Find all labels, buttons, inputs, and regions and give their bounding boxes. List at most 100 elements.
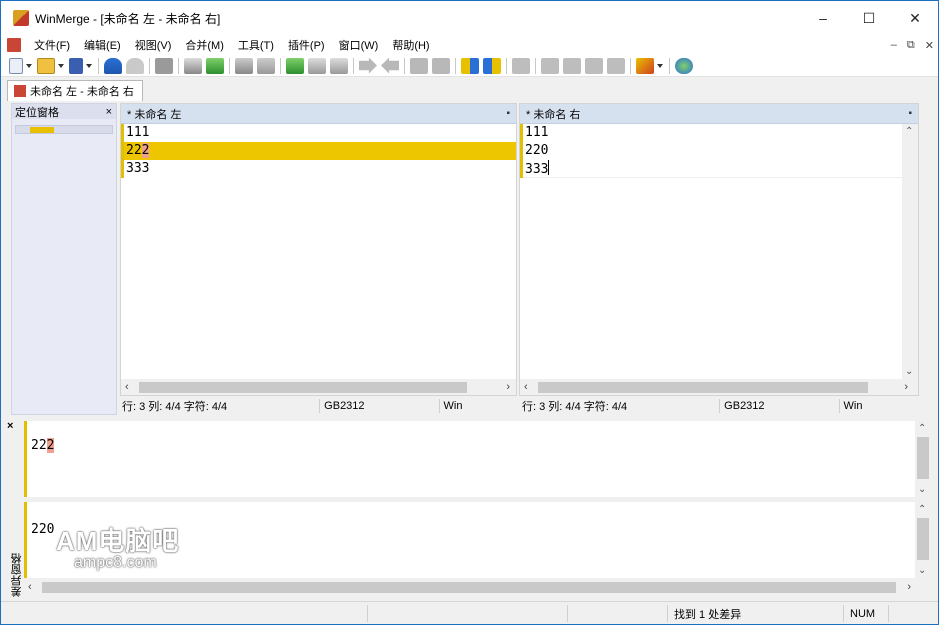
scroll-left-icon[interactable]: ‹ — [125, 379, 129, 395]
menu-help[interactable]: 帮助(H) — [385, 37, 436, 53]
menu-edit[interactable]: 编辑(E) — [77, 37, 128, 53]
diff-top-scroll-thumb[interactable] — [917, 437, 929, 479]
right-status-encoding: GB2312 — [724, 399, 765, 412]
prev-conflict-icon[interactable] — [308, 57, 326, 74]
scroll-right-icon[interactable]: › — [904, 379, 908, 395]
toolbar-separator — [149, 57, 150, 74]
merge-icon[interactable] — [512, 57, 530, 74]
next-diff-icon[interactable] — [184, 57, 202, 74]
right-vertical-scrollbar[interactable]: ⌃ ⌄ — [902, 124, 918, 381]
diff-top-scrollbar[interactable]: ⌃ ⌄ — [915, 421, 931, 497]
all-right-icon[interactable] — [461, 57, 479, 74]
scroll-down-icon[interactable]: ⌄ — [905, 366, 913, 377]
print-icon[interactable] — [155, 57, 173, 74]
minimize-button[interactable]: – — [800, 1, 846, 35]
mdi-minimize-button[interactable]: – — [891, 39, 897, 51]
location-map[interactable] — [15, 125, 113, 134]
next-conflict-icon[interactable] — [330, 57, 348, 74]
current-diff-icon[interactable] — [257, 57, 275, 74]
scroll-left-icon[interactable]: ‹ — [28, 579, 32, 595]
status-message: 找到 1 处差异 — [674, 608, 742, 621]
copy-from-left-icon[interactable] — [563, 57, 581, 74]
menu-plugins[interactable]: 插件(P) — [281, 37, 332, 53]
scroll-up-icon[interactable]: ⌃ — [905, 126, 913, 137]
right-pane-title: * 未命名 右 — [526, 108, 581, 121]
left-pane-pin-icon[interactable]: ▪ — [506, 108, 510, 119]
watermark-title: AM电脑吧 — [56, 526, 180, 556]
left-status-char: 字符: 4/4 — [183, 400, 228, 413]
scroll-up-icon[interactable]: ⌃ — [918, 504, 926, 515]
diff-bottom-scroll-thumb[interactable] — [917, 518, 929, 560]
diff-bottom-scrollbar[interactable]: ⌃ ⌄ — [915, 502, 931, 578]
copy-to-right-icon[interactable] — [541, 57, 559, 74]
left-line-1-text: 111 — [126, 125, 150, 140]
scroll-down-icon[interactable]: ⌄ — [918, 484, 926, 495]
left-line-1[interactable]: 111 — [121, 124, 516, 142]
left-horizontal-scrollbar[interactable]: ‹ › — [121, 379, 516, 395]
prev-diff-icon[interactable] — [206, 57, 224, 74]
status-cell — [367, 605, 567, 622]
copy-left-icon[interactable] — [381, 57, 399, 74]
left-line-3[interactable]: 333 — [121, 160, 516, 178]
toolbar-separator — [455, 57, 456, 74]
left-line-2-diff[interactable]: 222 — [121, 142, 516, 160]
scroll-up-icon[interactable]: ⌃ — [918, 423, 926, 434]
new-dropdown-icon[interactable] — [25, 58, 33, 74]
line-gutter-marker — [520, 160, 523, 178]
mdi-close-button[interactable]: ✕ — [925, 39, 934, 52]
save-icon[interactable] — [69, 57, 83, 74]
winmerge-window: WinMerge - [未命名 左 - 未命名 右] – ☐ ✕ 文件(F) 编… — [0, 0, 939, 625]
scroll-right-icon[interactable]: › — [907, 579, 911, 595]
document-menu-icon[interactable] — [7, 38, 21, 52]
right-line-1[interactable]: 111 — [520, 124, 918, 142]
options-icon[interactable] — [636, 57, 654, 74]
copy-from-right-icon[interactable] — [607, 57, 625, 74]
open-folder-icon[interactable] — [37, 57, 55, 74]
save-dropdown-icon[interactable] — [85, 58, 93, 74]
diff-horizontal-scrollbar[interactable]: ‹ › — [24, 579, 915, 595]
copy-right-advance-icon[interactable] — [410, 57, 428, 74]
diff-pane-close-icon[interactable]: × — [7, 420, 13, 432]
new-icon[interactable] — [9, 57, 23, 74]
right-line-2[interactable]: 220 — [520, 142, 918, 160]
document-tab-bar: 未命名 左 - 未命名 右 — [1, 78, 938, 101]
left-pane-header: * 未命名 左 ▪ — [121, 104, 516, 124]
menu-window[interactable]: 窗口(W) — [332, 37, 386, 53]
maximize-button[interactable]: ☐ — [846, 1, 892, 35]
copy-right-icon[interactable] — [359, 57, 377, 74]
status-divider — [438, 398, 440, 413]
copy-left-advance-icon[interactable] — [432, 57, 450, 74]
menu-tools[interactable]: 工具(T) — [231, 37, 281, 53]
options-dropdown-icon[interactable] — [656, 58, 664, 74]
right-line-3[interactable]: 333 — [520, 160, 918, 178]
copy-to-left-icon[interactable] — [585, 57, 603, 74]
toolbar-separator — [353, 57, 354, 74]
diff-pane-title: 差异窗格 — [11, 553, 23, 597]
undo-icon[interactable] — [104, 57, 122, 74]
scroll-left-icon[interactable]: ‹ — [524, 379, 528, 395]
diff-top-view[interactable]: 222 — [24, 421, 915, 497]
right-horizontal-scrollbar[interactable]: ‹ › — [520, 379, 918, 395]
close-button[interactable]: ✕ — [892, 1, 938, 35]
document-tab[interactable]: 未命名 左 - 未命名 右 — [7, 80, 143, 101]
right-pane-pin-icon[interactable]: ▪ — [908, 108, 912, 119]
all-left-icon[interactable] — [483, 57, 501, 74]
redo-icon[interactable] — [126, 57, 144, 74]
menu-file[interactable]: 文件(F) — [27, 37, 77, 53]
right-hscroll-thumb[interactable] — [538, 382, 868, 393]
menu-merge[interactable]: 合并(M) — [178, 37, 231, 53]
scroll-down-icon[interactable]: ⌄ — [918, 565, 926, 576]
toolbar-separator — [229, 57, 230, 74]
diff-hscroll-thumb[interactable] — [42, 582, 896, 593]
line-gutter-marker — [121, 160, 124, 178]
scroll-right-icon[interactable]: › — [506, 379, 510, 395]
left-hscroll-thumb[interactable] — [139, 382, 467, 393]
refresh-icon[interactable] — [675, 57, 693, 74]
open-dropdown-icon[interactable] — [57, 58, 65, 74]
left-pane-title: * 未命名 左 — [127, 108, 182, 121]
menu-view[interactable]: 视图(V) — [128, 37, 179, 53]
last-diff-icon[interactable] — [286, 57, 304, 74]
first-diff-icon[interactable] — [235, 57, 253, 74]
location-pane-close-icon[interactable]: × — [106, 106, 112, 118]
mdi-restore-button[interactable]: ⧉ — [907, 39, 915, 52]
